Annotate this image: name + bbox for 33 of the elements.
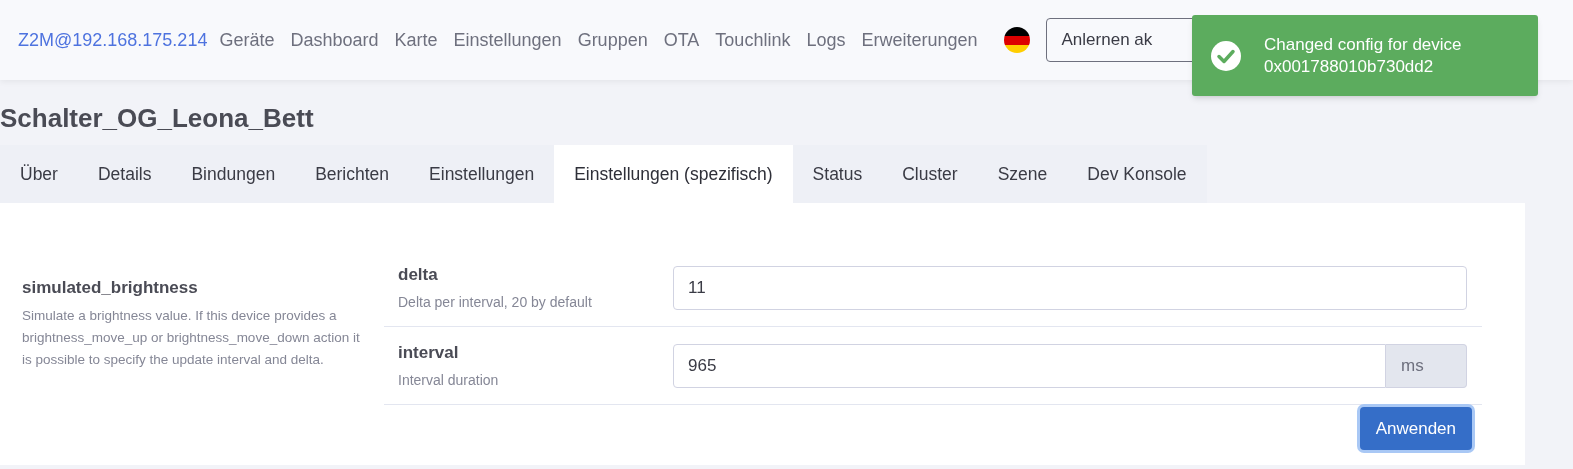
input-field[interactable]: 11 bbox=[673, 265, 1467, 310]
check-circle-icon bbox=[1210, 39, 1242, 72]
setting-name: simulated_brightness bbox=[22, 277, 199, 299]
tab[interactable]: Einstellungen bbox=[409, 145, 555, 203]
setting-description: Simulate a brightness value. If this device provides a brightness_move_up or brightness_move_down action it is possible to specify the update interval and delta. bbox=[22, 306, 361, 369]
nav-link[interactable]: Erweiterungen bbox=[853, 26, 986, 54]
tab[interactable]: Status bbox=[792, 145, 883, 203]
brand-link[interactable]: Z2M@192.168.175.214 bbox=[18, 26, 208, 54]
tab[interactable]: Einstellungen (spezifisch) bbox=[554, 145, 793, 203]
nav-link[interactable]: Geräte bbox=[211, 26, 283, 54]
apply-button[interactable]: Anwenden bbox=[1359, 407, 1472, 450]
field-description: Delta per interval, 20 by default bbox=[398, 292, 593, 312]
tab[interactable]: Szene bbox=[977, 145, 1068, 203]
field-label: delta bbox=[398, 264, 439, 287]
flag-icon[interactable] bbox=[1003, 27, 1030, 53]
device-title: Schalter_OG_Leona_Bett bbox=[0, 102, 315, 134]
tab[interactable]: Dev Konsole bbox=[1067, 145, 1207, 203]
nav-link[interactable]: Logs bbox=[798, 26, 854, 54]
tab[interactable]: Berichten bbox=[295, 145, 410, 203]
nav-link[interactable]: Touchlink bbox=[707, 26, 799, 54]
field-label: interval bbox=[398, 342, 460, 365]
nav-link[interactable]: Gruppen bbox=[569, 26, 656, 54]
tab[interactable]: Cluster bbox=[882, 145, 978, 203]
tab[interactable]: Details bbox=[77, 145, 172, 203]
tab[interactable]: Bindungen bbox=[171, 145, 296, 203]
nav-link[interactable]: Karte bbox=[386, 26, 446, 54]
unit-addon: ms bbox=[1386, 343, 1467, 388]
nav-link[interactable]: OTA bbox=[655, 26, 708, 54]
tab[interactable]: Über bbox=[0, 145, 78, 203]
field-description: Interval duration bbox=[398, 370, 500, 390]
nav-link[interactable]: Dashboard bbox=[282, 26, 387, 54]
nav-link[interactable]: Einstellungen bbox=[445, 26, 570, 54]
input-field[interactable]: 965 bbox=[673, 343, 1386, 388]
